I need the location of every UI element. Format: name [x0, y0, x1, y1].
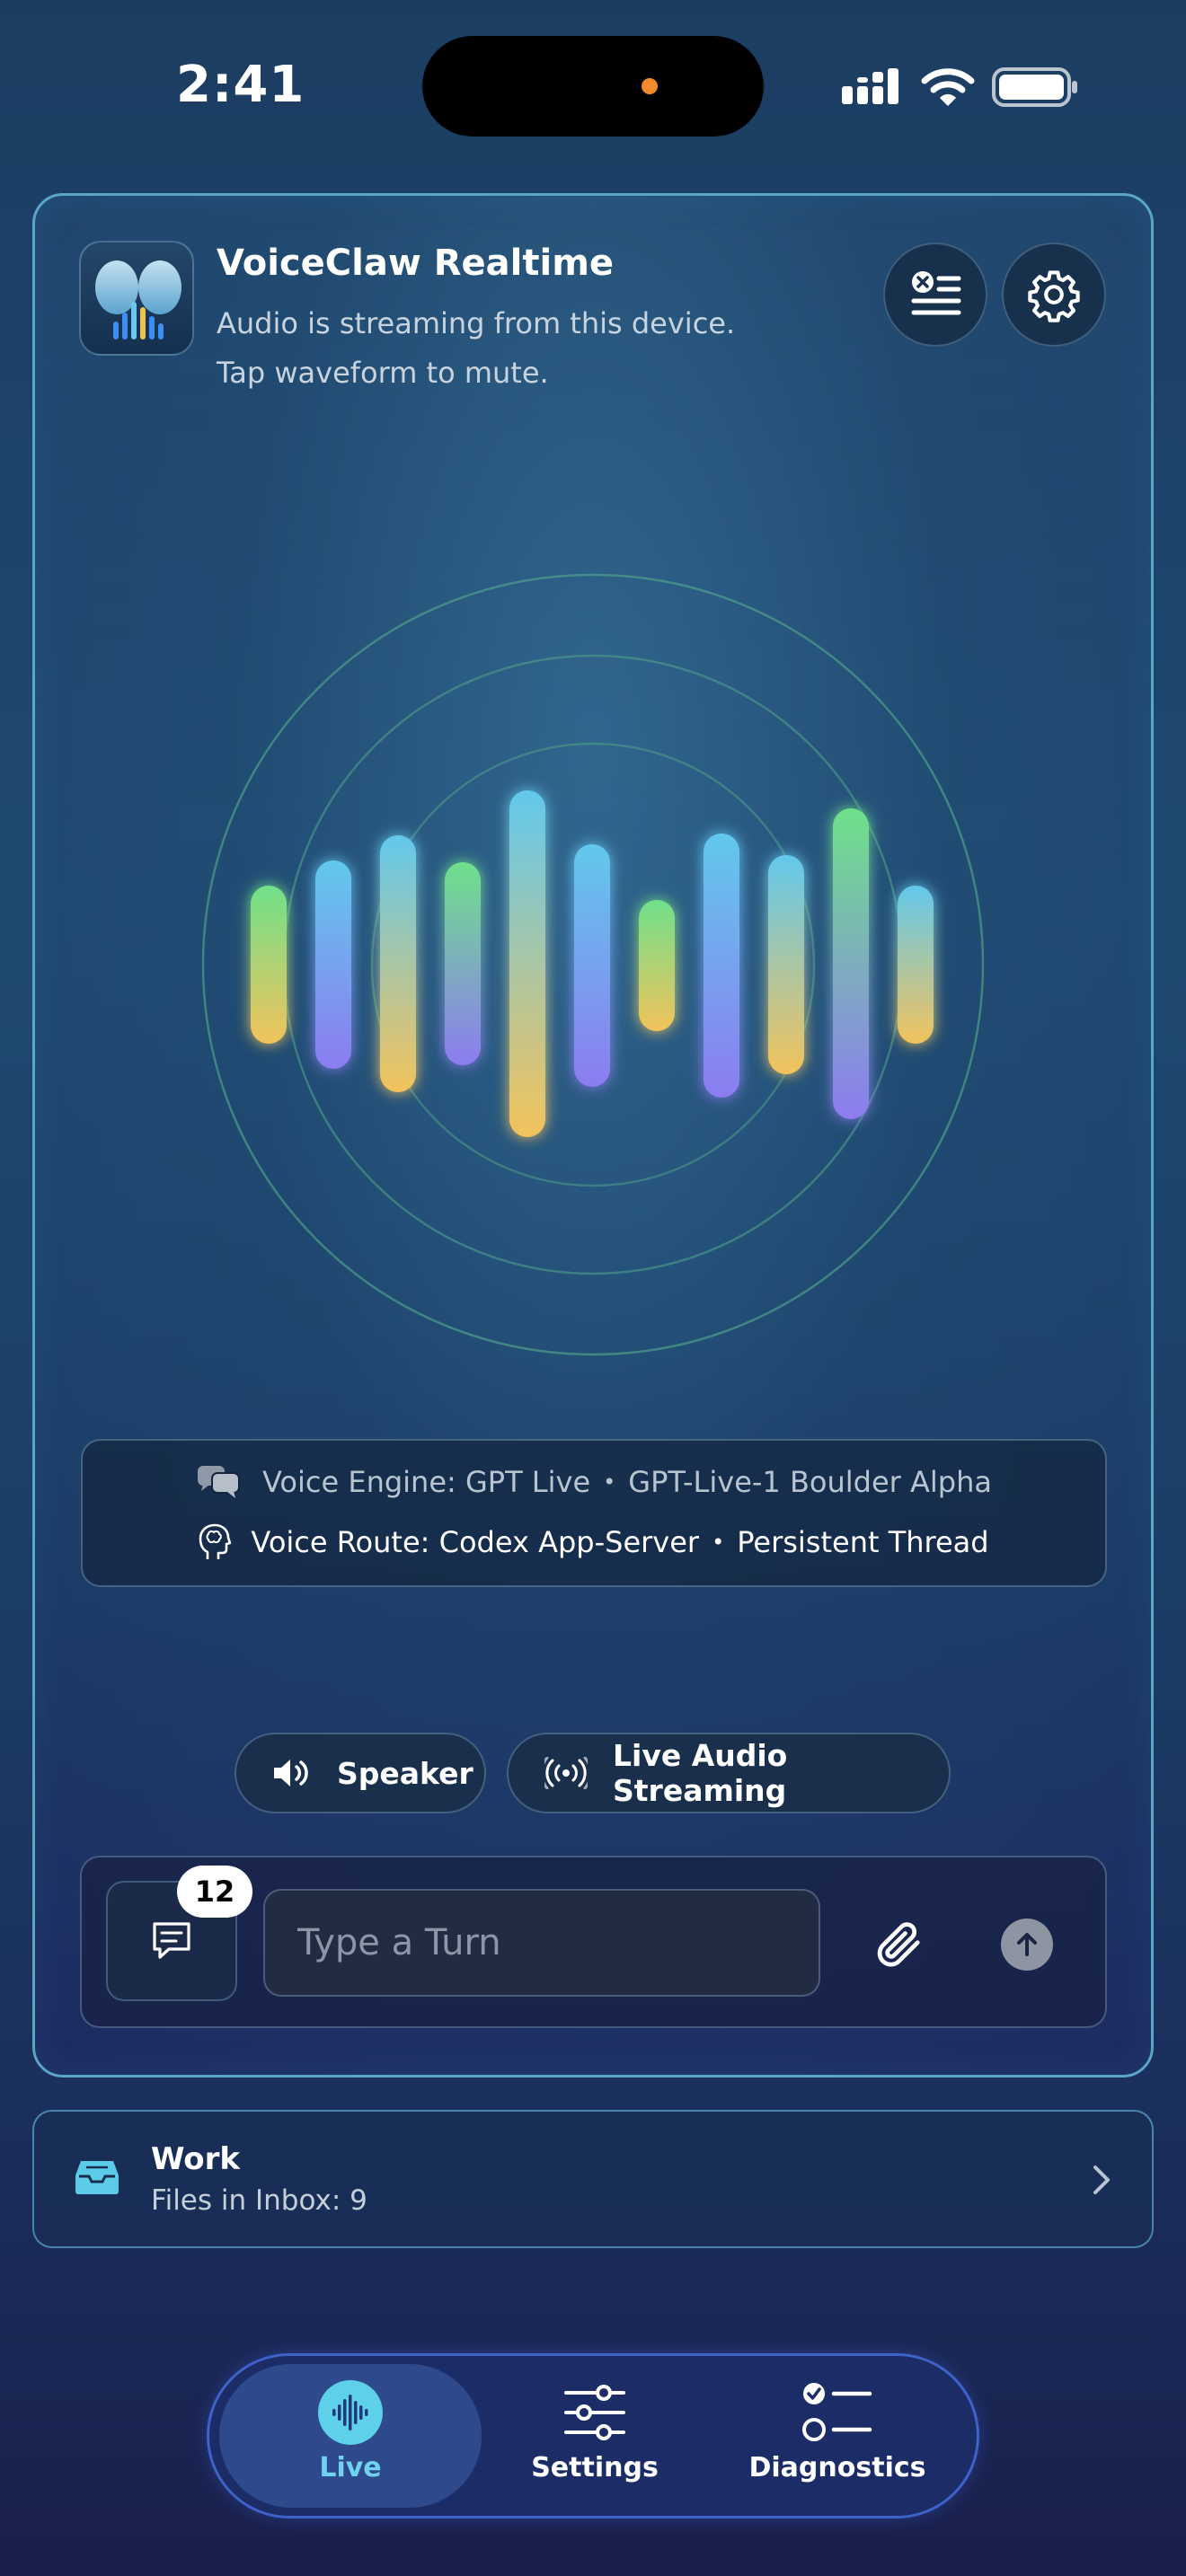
clear-transcript-button[interactable] [883, 243, 987, 347]
waveform-bar [315, 860, 351, 1069]
waveform-bar [898, 886, 934, 1044]
tab-label: Settings [531, 2452, 659, 2483]
subtitle-line-2: Tap waveform to mute. [217, 356, 549, 390]
head-brain-icon [199, 1523, 232, 1561]
inbox-title: Work [151, 2141, 241, 2177]
tab-diagnostics[interactable]: Diagnostics [739, 2380, 936, 2483]
tab-settings[interactable]: Settings [514, 2380, 676, 2483]
checklist-icon [802, 2383, 872, 2441]
app-title: VoiceClaw Realtime [217, 243, 615, 284]
clear-list-icon [911, 271, 961, 315]
waveform-bar [768, 855, 804, 1074]
voice-route-thread: Persistent Thread [737, 1525, 989, 1559]
chat-bubbles-icon [196, 1464, 243, 1500]
voiceclaw-logo-icon [79, 241, 194, 356]
sliders-icon [564, 2385, 625, 2440]
unread-count-badge: 12 [177, 1866, 252, 1918]
speaker-toggle-button[interactable]: Speaker [235, 1733, 486, 1813]
broadcast-icon [544, 1757, 588, 1789]
gear-icon [1028, 270, 1080, 322]
app-subtitle: Audio is streaming from this device. Tap… [217, 299, 792, 398]
send-button[interactable] [1001, 1919, 1053, 1971]
speaker-label: Speaker [337, 1755, 474, 1791]
waveform-icon [318, 2380, 383, 2445]
subtitle-line-1: Audio is streaming from this device. [217, 306, 736, 340]
tab-label: Live [319, 2452, 382, 2483]
separator: • [603, 1469, 616, 1495]
status-time: 2:41 [176, 56, 305, 114]
type-a-turn-input[interactable] [263, 1889, 820, 1997]
waveform-bar [380, 835, 416, 1092]
voice-route-label: Voice Route: Codex App-Server [251, 1525, 700, 1559]
paperclip-icon [877, 1922, 920, 1967]
speaker-icon [272, 1757, 312, 1789]
settings-button[interactable] [1002, 243, 1106, 347]
waveform-bar [445, 862, 481, 1065]
wifi-icon [921, 68, 975, 106]
voice-engine-row: Voice Engine: GPT Live • GPT-Live-1 Boul… [83, 1464, 1105, 1500]
waveform-bar [704, 834, 739, 1098]
attach-button[interactable] [864, 1910, 933, 1978]
waveform-mute-toggle[interactable] [198, 573, 988, 1356]
live-audio-streaming-label: Live Audio Streaming [613, 1738, 788, 1808]
cellular-signal-icon [842, 68, 898, 104]
work-inbox-row[interactable] [32, 2110, 1154, 2248]
audio-waveform[interactable] [198, 573, 988, 1356]
waveform-bar [639, 900, 675, 1031]
chevron-right-icon [1091, 2163, 1112, 2201]
voice-config-panel: Voice Engine: GPT Live • GPT-Live-1 Boul… [81, 1439, 1107, 1587]
tab-label: Diagnostics [748, 2452, 926, 2483]
privacy-indicator-dot [642, 78, 658, 94]
voice-engine-model: GPT-Live-1 Boulder Alpha [628, 1465, 992, 1499]
dynamic-island [422, 36, 764, 137]
chat-bubble-icon [153, 1922, 190, 1959]
live-audio-streaming-button[interactable]: Live Audio Streaming [507, 1733, 951, 1813]
waveform-bar [251, 886, 287, 1044]
arrow-up-icon [1017, 1933, 1037, 1956]
waveform-bar [833, 808, 869, 1119]
inbox-file-count: Files in Inbox: 9 [151, 2184, 367, 2217]
waveform-bar [509, 790, 545, 1137]
separator: • [712, 1530, 725, 1555]
battery-icon [992, 67, 1077, 107]
inbox-tray-icon [74, 2159, 120, 2199]
tab-live[interactable]: Live [296, 2380, 404, 2483]
waveform-bar [574, 844, 610, 1087]
voice-engine-label: Voice Engine: GPT Live [262, 1465, 591, 1499]
voice-route-row: Voice Route: Codex App-Server • Persiste… [83, 1523, 1105, 1561]
